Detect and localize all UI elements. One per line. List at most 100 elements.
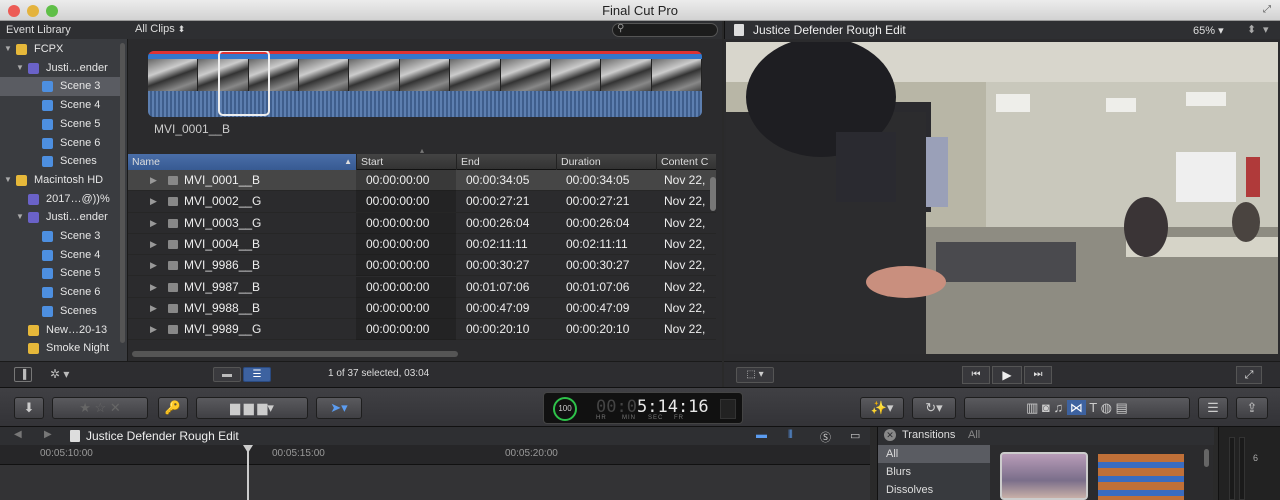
share-icon[interactable]: ⇪ <box>1236 397 1268 419</box>
horizontal-scrollbar[interactable] <box>132 351 458 357</box>
edit-buttons[interactable]: ▆ ▆ ▆▾ <box>196 397 308 419</box>
playhead[interactable] <box>247 445 249 500</box>
view-options-icon[interactable]: ▾ <box>1263 23 1269 36</box>
column-header-name[interactable]: Name ▲ <box>128 154 356 170</box>
transform-icon[interactable]: ⬚ ▾ <box>736 367 774 383</box>
table-row[interactable]: ▶ MVI_0002__G 00:00:00:00 00:00:27:21 00:00:… <box>128 191 716 213</box>
library-item[interactable]: ▼ Justi…ender <box>0 59 122 78</box>
event-icon <box>28 324 39 336</box>
library-item[interactable]: Scene 6 <box>0 283 122 302</box>
vertical-scrollbar[interactable] <box>710 177 716 211</box>
library-scrollbar[interactable] <box>120 43 125 343</box>
category-item[interactable]: All <box>878 445 990 463</box>
hide-library-icon[interactable]: ▐ <box>14 367 32 382</box>
column-header-end[interactable]: End <box>456 154 556 170</box>
import-icon[interactable]: ⬇ <box>14 397 44 419</box>
library-item[interactable]: Smoke Night <box>0 339 122 358</box>
library-item[interactable]: ▼ Justi…ender <box>0 208 122 227</box>
audio-skimming-icon[interactable]: ⦀ <box>788 429 793 442</box>
search-input[interactable]: ⚲ <box>612 23 718 37</box>
clip-filmstrip[interactable] <box>148 51 702 117</box>
expand-clip-icon[interactable]: ▶ <box>150 170 157 191</box>
timecode-value: 5:14:16 <box>637 397 709 417</box>
solo-icon[interactable]: Ⓢ <box>820 429 831 445</box>
table-row[interactable]: ▶ MVI_9986__B 00:00:00:00 00:00:30:27 00:00:… <box>128 255 716 277</box>
transitions-scrollbar[interactable] <box>1204 449 1209 467</box>
transition-thumbnail[interactable] <box>1098 454 1184 500</box>
table-row[interactable]: ▶ MVI_9989__G 00:00:00:00 00:00:20:10 00:00:… <box>128 319 716 341</box>
back-icon[interactable]: ◀ <box>14 429 22 440</box>
video-only-icon[interactable]: ▬ <box>756 429 767 441</box>
table-row[interactable]: ▶ MVI_9987__B 00:00:00:00 00:01:07:06 00:01:… <box>128 276 716 298</box>
select-tool-icon[interactable]: ➤▾ <box>316 397 362 419</box>
expand-clip-icon[interactable]: ▶ <box>150 277 157 298</box>
column-header-content[interactable]: Content C <box>656 154 716 170</box>
library-item[interactable]: Scene 3 <box>0 227 122 246</box>
themes-icon[interactable]: ☰ <box>1198 397 1228 419</box>
column-header-duration[interactable]: Duration <box>556 154 656 170</box>
expand-clip-icon[interactable]: ▶ <box>150 234 157 255</box>
media-browser-buttons[interactable]: ▥ ◙ ♫ ⋈ T ◍ ▤ <box>964 397 1190 419</box>
fullscreen-playback-icon[interactable]: ⤢ <box>1236 366 1262 384</box>
forward-icon[interactable]: ▶ <box>44 429 52 440</box>
video-frame[interactable] <box>726 42 1278 354</box>
filmstrip-view-icon[interactable]: ▬ <box>213 367 241 382</box>
retime-icon[interactable]: ↻▾ <box>912 397 956 419</box>
expand-clip-icon[interactable]: ▶ <box>150 319 157 340</box>
library-item[interactable]: Scene 4 <box>0 96 122 115</box>
close-icon[interactable]: ✕ <box>884 429 896 441</box>
rating-buttons[interactable]: ★ ☆ ✕ <box>52 397 148 419</box>
table-row[interactable]: ▶ MVI_0001__B 00:00:00:00 00:00:34:05 00:00:… <box>128 170 716 192</box>
background-task-percent[interactable]: 100 <box>553 397 577 421</box>
library-item[interactable]: Scene 4 <box>0 246 122 265</box>
expand-clip-icon[interactable]: ▶ <box>150 298 157 319</box>
close-window-button[interactable] <box>8 5 20 17</box>
next-edit-icon[interactable]: ⏭ <box>1024 366 1052 384</box>
fullscreen-icon[interactable]: ⤢ <box>1260 3 1274 17</box>
table-row[interactable]: ▶ MVI_9988__B 00:00:00:00 00:00:47:09 00:00:… <box>128 297 716 320</box>
dashboard-timecode[interactable]: 100 00:0 5:14:16 HR MIN SEC FR <box>543 392 743 424</box>
expand-clip-icon[interactable]: ▶ <box>150 191 157 212</box>
table-row[interactable]: ▶ MVI_0003__G 00:00:00:00 00:00:26:04 00:00:… <box>128 212 716 234</box>
switch-icon[interactable]: ⬍ <box>1247 23 1256 36</box>
library-item[interactable]: Scene 6 <box>0 134 122 153</box>
minimize-window-button[interactable] <box>27 5 39 17</box>
keyword-icon[interactable]: 🔑 <box>158 397 188 419</box>
gear-icon[interactable]: ✲ ▾ <box>50 367 69 381</box>
cell-end: 00:00:20:10 <box>466 322 530 337</box>
library-item[interactable]: Scenes <box>0 152 122 171</box>
library-item[interactable]: Scenes <box>0 302 122 321</box>
category-item[interactable]: Dissolves <box>878 481 990 499</box>
transition-thumbnail[interactable] <box>1000 452 1088 500</box>
table-row[interactable]: ▶ MVI_0004__B 00:00:00:00 00:02:11:11 00:02:… <box>128 233 716 256</box>
transitions-browser-icon[interactable]: ⋈ <box>1066 400 1086 415</box>
library-item[interactable]: New…20-13 <box>0 321 122 340</box>
zoom-dropdown[interactable]: 65% ▾ <box>1193 24 1224 37</box>
timeline-tracks[interactable] <box>0 465 870 500</box>
library-item[interactable]: 2017…@))% <box>0 190 122 209</box>
expand-clip-icon[interactable]: ▶ <box>150 255 157 276</box>
disclosure-triangle-icon[interactable]: ▼ <box>4 171 12 190</box>
disclosure-triangle-icon[interactable]: ▼ <box>16 59 24 78</box>
category-item[interactable]: Blurs <box>878 463 990 481</box>
timeline-ruler[interactable]: 00:05:10:00 00:05:15:00 00:05:20:00 <box>0 445 870 465</box>
library-item[interactable]: Scene 5 <box>0 264 122 283</box>
audio-meter-mini[interactable] <box>720 399 736 419</box>
expand-clip-icon[interactable]: ▶ <box>150 213 157 234</box>
disclosure-triangle-icon[interactable]: ▼ <box>4 40 12 59</box>
cell-content: Nov 22, <box>664 173 706 187</box>
skimmer-selection[interactable] <box>218 51 270 116</box>
enhancements-icon[interactable]: ✨▾ <box>860 397 904 419</box>
play-icon[interactable]: ▶ <box>992 366 1022 384</box>
library-item[interactable]: Scene 3 <box>0 77 122 97</box>
snapping-icon[interactable]: ▭ <box>850 429 860 442</box>
library-item[interactable]: ▼ Macintosh HD <box>0 171 122 190</box>
disclosure-triangle-icon[interactable]: ▼ <box>16 208 24 227</box>
zoom-window-button[interactable] <box>46 5 58 17</box>
clip-filter-dropdown[interactable]: All Clips ⬍ <box>135 23 185 35</box>
library-item[interactable]: Scene 5 <box>0 115 122 134</box>
previous-edit-icon[interactable]: ⏮ <box>962 366 990 384</box>
list-view-icon[interactable]: ☰ <box>243 367 271 382</box>
column-header-start[interactable]: Start <box>356 154 456 170</box>
library-item[interactable]: ▼ FCPX <box>0 40 122 59</box>
